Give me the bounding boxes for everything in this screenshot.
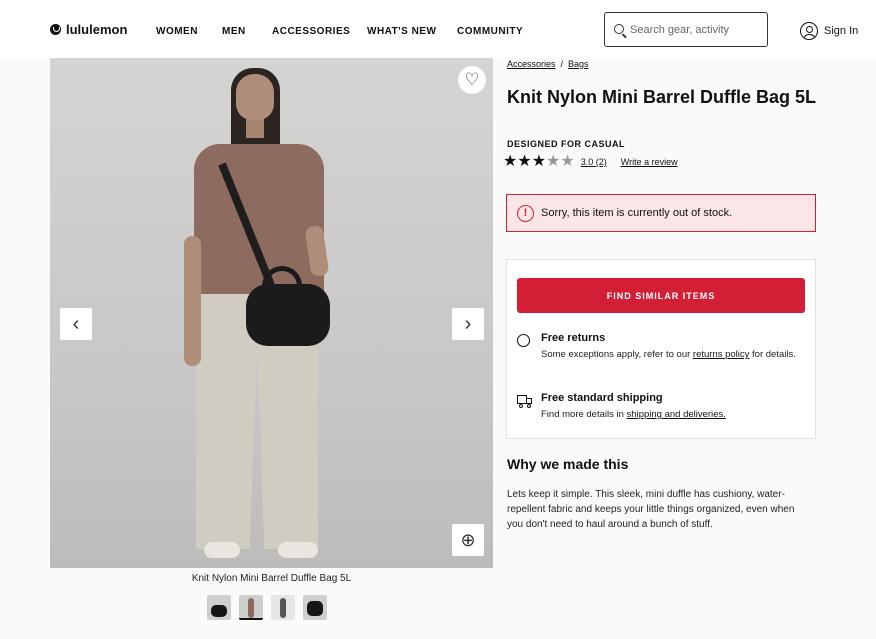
thumbnail-active[interactable] (239, 595, 263, 620)
thumbnail[interactable] (271, 595, 295, 620)
star-icon: ★ (560, 153, 575, 170)
search-input[interactable] (630, 22, 762, 38)
product-image[interactable]: ♡ ‹ › ⊕ (50, 58, 493, 568)
lululemon-logo-icon (50, 24, 61, 35)
nav-community[interactable]: COMMUNITY (457, 26, 523, 37)
why-we-made-this-heading: Why we made this (507, 456, 629, 472)
thumbnail[interactable] (207, 595, 231, 620)
image-caption: Knit Nylon Mini Barrel Duffle Bag 5L (191, 573, 352, 584)
wishlist-heart-icon[interactable]: ♡ (458, 66, 486, 94)
breadcrumb: Accessories / Bags (507, 59, 589, 69)
returns-title: Free returns (541, 332, 606, 344)
zoom-icon[interactable]: ⊕ (452, 524, 484, 556)
nav-women[interactable]: WOMEN (156, 26, 198, 37)
find-similar-items-button[interactable]: FIND SIMILAR ITEMS (517, 278, 805, 313)
breadcrumb-bags[interactable]: Bags (568, 59, 589, 69)
returns-icon (517, 334, 530, 347)
star-icon: ★ (517, 153, 532, 170)
logo-text: lululemon (66, 22, 128, 37)
user-icon (800, 22, 818, 40)
star-icon: ★ (503, 153, 518, 170)
next-image-button[interactable]: › (452, 308, 484, 340)
product-description: Lets keep it simple. This sleek, mini du… (507, 489, 795, 530)
returns-policy-link[interactable]: returns policy (693, 349, 750, 360)
rating-link[interactable]: 3.0 (2) (581, 157, 607, 167)
shipping-title: Free standard shipping (541, 392, 663, 404)
breadcrumb-separator: / (560, 59, 564, 69)
purchase-card: FIND SIMILAR ITEMS Free returns Some exc… (506, 259, 816, 439)
shipping-deliveries-link[interactable]: shipping and deliveries. (627, 409, 726, 420)
breadcrumb-accessories[interactable]: Accessories (507, 59, 556, 69)
sign-in-link[interactable]: Sign In (800, 22, 858, 40)
truck-icon (517, 394, 534, 408)
designed-for: DESIGNED FOR CASUAL (507, 139, 626, 149)
write-review-link[interactable]: Write a review (621, 157, 678, 167)
thumbnail[interactable] (303, 595, 327, 620)
out-of-stock-message: Sorry, this item is currently out of sto… (541, 207, 733, 219)
star-icon: ★ (546, 153, 561, 170)
nav-men[interactable]: MEN (222, 26, 246, 37)
thumbnail-strip (207, 595, 327, 620)
model-figure (180, 66, 350, 566)
nav-accessories[interactable]: ACCESSORIES (272, 26, 350, 37)
search-icon (614, 24, 624, 34)
star-rating: ★ ★ ★ ★ ★ (503, 154, 575, 170)
sign-in-label: Sign In (824, 25, 859, 37)
rating-row: ★ ★ ★ ★ ★ 3.0 (2) Write a review (503, 154, 678, 170)
out-of-stock-alert: ! Sorry, this item is currently out of s… (506, 194, 816, 232)
nav-whats-new[interactable]: WHAT'S NEW (367, 26, 436, 37)
returns-text: Some exceptions apply, refer to our retu… (541, 349, 796, 360)
product-title: Knit Nylon Mini Barrel Duffle Bag 5L (507, 87, 817, 107)
previous-image-button[interactable]: ‹ (60, 308, 92, 340)
search-box[interactable] (604, 12, 768, 47)
free-shipping: Free standard shipping Find more details… (517, 392, 802, 426)
alert-icon: ! (517, 204, 534, 222)
duffle-bag (246, 284, 330, 346)
star-icon: ★ (531, 153, 547, 170)
site-header: lululemon WOMEN MEN ACCESSORIES WHAT'S N… (0, 0, 876, 58)
shipping-text: Find more details in shipping and delive… (541, 409, 726, 420)
lululemon-logo[interactable]: lululemon (50, 22, 127, 37)
free-returns: Free returns Some exceptions apply, refe… (517, 332, 802, 378)
